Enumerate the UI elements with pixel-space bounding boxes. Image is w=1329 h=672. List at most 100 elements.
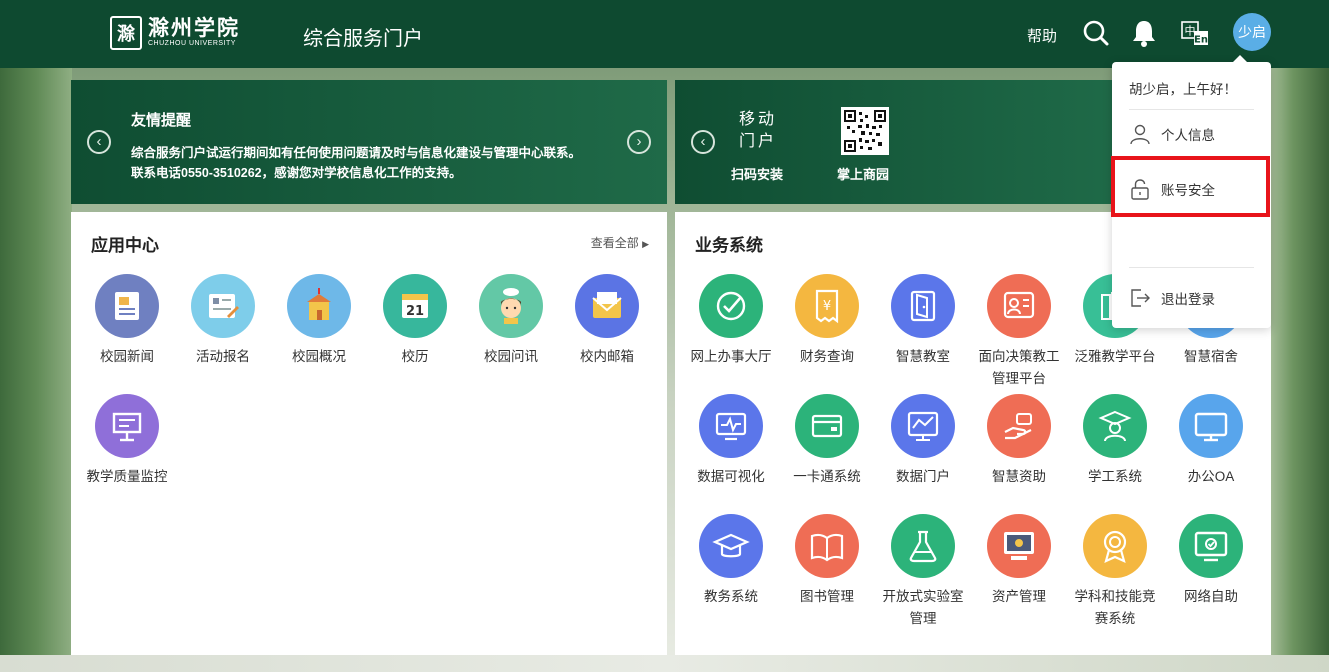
app-label: 资产管理 [992,589,1046,604]
computer-asset-icon [987,514,1051,578]
portal-title: 综合服务门户 [303,28,423,50]
chevron-left-icon[interactable]: ‹ [87,130,111,154]
view-all-link[interactable]: 查看全部 ▶ [591,234,649,251]
app-label: 面向决策教工管理平台 [978,349,1060,386]
app-label: 智慧资助 [992,469,1046,484]
notice-banner: ‹ 友情提醒 综合服务门户试运行期间如有任何使用问题请及时与信息化建设与管理中心… [71,80,667,204]
app-tile[interactable]: 数据门户 [875,394,971,488]
svg-text:En: En [1194,35,1208,46]
app-tile[interactable]: 校园问讯 [463,274,559,368]
card-icon [795,394,859,458]
app-tile[interactable]: 学科和技能竞赛系统 [1067,514,1163,630]
app-label: 泛雅教学平台 [1074,349,1156,364]
envelope-icon [575,274,639,338]
mobile-portal-banner: ‹ 移动门户 扫码安装 掌上商园 [675,80,1115,204]
scan-install-label: 扫码安装 [731,167,784,182]
notice-title: 友情提醒 [131,112,192,129]
app-tile[interactable]: 智慧资助 [971,394,1067,488]
network-screen-icon [1179,514,1243,578]
svg-text:¥: ¥ [823,299,831,314]
caret-right-icon: ▶ [642,239,649,249]
app-label: 教学质量监控 [86,469,168,484]
open-book-icon [795,514,859,578]
app-tile[interactable]: 校园新闻 [79,274,175,368]
app-label: 教务系统 [704,589,758,604]
chevron-right-icon[interactable]: › [627,130,651,154]
app-label: 校历 [401,349,429,364]
menu-item-profile-label: 个人信息 [1161,128,1215,143]
app-label: 智慧教室 [896,349,950,364]
medal-icon [1083,514,1147,578]
desktop-icon [1179,394,1243,458]
app-label: 校内邮箱 [580,349,634,364]
app-tile[interactable]: 教学质量监控 [79,394,175,488]
app-label: 学科和技能竞赛系统 [1074,589,1156,626]
app-tile[interactable]: 智慧教室 [875,274,971,368]
app-tile[interactable]: 图书管理 [779,514,875,608]
language-switch-icon[interactable]: 中 En [1181,18,1209,48]
app-tile[interactable]: 学工系统 [1067,394,1163,488]
menu-item-logout[interactable]: 退出登录 [1129,286,1259,310]
user-avatar[interactable]: 少启 [1233,13,1271,51]
view-all-label: 查看全部 [590,236,639,250]
app-label: 一卡通系统 [793,469,861,484]
app-tile[interactable]: 网络自助 [1163,514,1259,608]
notice-line-2: 联系电话0550-3510262，感谢您对学校信息化工作的支持。 [131,166,462,180]
hand-icon [987,394,1051,458]
check-icon [699,274,763,338]
app-tile[interactable]: 活动报名 [175,274,271,368]
app-tile[interactable]: 面向决策教工管理平台 [971,274,1067,390]
chart-screen-icon [891,394,955,458]
search-icon[interactable] [1082,18,1110,48]
logout-icon [1131,289,1150,307]
mortarboard-icon [699,514,763,578]
logo-chinese-name: 滁州学院 [148,15,240,40]
help-link[interactable]: 帮助 [1027,25,1057,46]
app-tile[interactable]: 教务系统 [683,514,779,608]
app-label: 校园问讯 [484,349,538,364]
menu-item-logout-label: 退出登录 [1161,292,1215,307]
svg-text:21: 21 [406,304,424,319]
app-tile[interactable]: 21 校历 [367,274,463,368]
bell-icon[interactable] [1130,18,1158,48]
monitor-pulse-icon [699,394,763,458]
app-label: 开放式实验室管理 [882,589,964,626]
building-icon [287,274,351,338]
graduate-icon [1083,394,1147,458]
app-label: 校园新闻 [100,349,154,364]
app-tile[interactable]: 校内邮箱 [559,274,655,368]
divider [1129,267,1254,268]
highlight-box [1111,156,1270,217]
menu-item-profile[interactable]: 个人信息 [1129,122,1259,146]
receipt-icon: ¥ [795,274,859,338]
app-tile[interactable]: 开放式实验室管理 [875,514,971,630]
app-tile[interactable]: 数据可视化 [683,394,779,488]
app-tile[interactable]: 办公OA [1163,394,1259,488]
chevron-left-icon[interactable]: ‹ [691,130,715,154]
background-right [1269,68,1329,672]
app-center-panel: 应用中心 查看全部 ▶ 校园新闻 活动报名 校园概况 21 校历 校园问讯 校内邮箱 教学质量… [71,212,667,655]
university-logo[interactable]: 滁 滁州学院 CHUZHOU UNIVERSITY [110,16,240,50]
app-tile[interactable]: 资产管理 [971,514,1067,608]
app-label: 图书管理 [800,589,854,604]
app-label: 财务查询 [800,349,854,364]
person-icon [1130,124,1150,145]
qr-code-icon [841,107,889,155]
app-label: 校园概况 [292,349,346,364]
presentation-icon [95,394,159,458]
student-icon [479,274,543,338]
divider [1129,109,1254,110]
notice-line-1: 综合服务门户试运行期间如有任何使用问题请及时与信息化建设与管理中心联系。 [131,146,582,160]
app-tile[interactable]: ¥ 财务查询 [779,274,875,368]
app-tile[interactable]: 网上办事大厅 [683,274,779,368]
newspaper-icon [95,274,159,338]
app-tile[interactable]: 校园概况 [271,274,367,368]
app-label: 学工系统 [1088,469,1142,484]
app-label: 数据门户 [896,469,950,484]
form-icon [191,274,255,338]
logo-mark: 滁 [110,16,142,50]
app-label: 数据可视化 [697,469,765,484]
app-label: 办公OA [1187,469,1235,484]
app-tile[interactable]: 一卡通系统 [779,394,875,488]
logo-english-name: CHUZHOU UNIVERSITY [148,40,236,47]
